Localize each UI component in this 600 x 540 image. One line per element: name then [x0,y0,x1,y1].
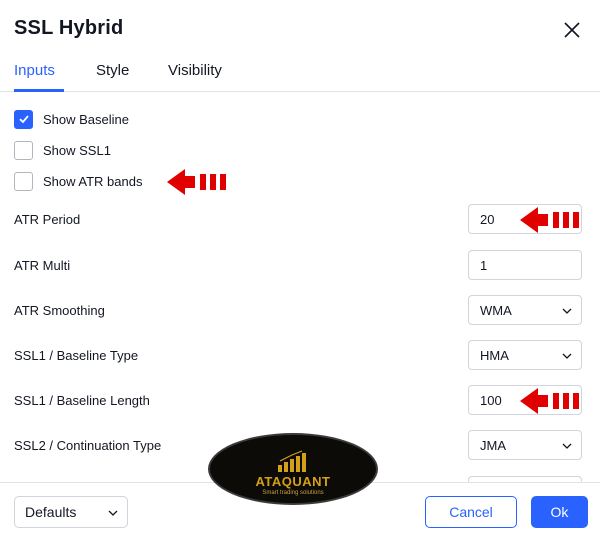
defaults-dropdown-button[interactable]: Defaults [14,496,128,528]
checkbox-row-show-atr-bands[interactable]: Show ATR bands [14,170,142,192]
atr-multi-value: 1 [480,257,488,273]
defaults-label: Defaults [25,504,77,520]
close-icon[interactable] [560,18,584,42]
baseline-type-label: SSL1 / Baseline Type [14,348,139,363]
atr-smoothing-select[interactable]: WMA [468,295,582,325]
logo-name: ATAQUANT [255,474,331,489]
tab-bar: Inputs Style Visibility [0,56,600,92]
settings-dialog: SSL Hybrid Inputs Style Visibility Show … [0,0,600,540]
ok-button[interactable]: Ok [531,496,588,528]
red-arrow-icon [520,207,579,233]
show-baseline-label: Show Baseline [43,111,129,127]
atr-period-value: 20 [480,211,495,227]
show-baseline-checkbox[interactable] [14,109,33,129]
chevron-down-icon [108,510,118,516]
show-ssl1-label: Show SSL1 [43,142,111,158]
baseline-type-value: HMA [480,347,509,363]
baseline-length-value: 100 [480,392,502,408]
continuation-type-value: JMA [480,437,506,453]
bar-chart-logo-icon [278,450,306,472]
chevron-down-icon [562,353,572,359]
check-icon [18,115,29,124]
chevron-down-icon [562,443,572,449]
active-tab-indicator [14,89,64,92]
red-arrow-icon [520,388,579,414]
show-ssl1-checkbox[interactable] [14,140,33,160]
show-atr-bands-label: Show ATR bands [43,173,143,189]
red-arrow-icon [167,169,226,195]
atr-multi-label: ATR Multi [14,258,71,273]
cancel-button[interactable]: Cancel [425,496,517,528]
baseline-length-label: SSL1 / Baseline Length [14,393,150,408]
logo-tagline: Smart trading solutions [262,490,324,496]
show-atr-bands-checkbox[interactable] [14,171,33,191]
tab-visibility[interactable]: Visibility [168,62,222,79]
continuation-type-label: SSL2 / Continuation Type [14,438,162,453]
tab-style[interactable]: Style [96,62,129,79]
ataquant-logo: ATAQUANT Smart trading solutions [208,433,378,505]
tab-inputs[interactable]: Inputs [14,62,55,79]
continuation-type-select[interactable]: JMA [468,430,582,460]
atr-smoothing-label: ATR Smoothing [14,303,105,318]
chevron-down-icon [562,308,572,314]
dialog-title: SSL Hybrid [14,17,124,39]
checkbox-row-show-baseline[interactable]: Show Baseline [14,108,129,130]
atr-smoothing-value: WMA [480,302,512,318]
atr-period-label: ATR Period [14,212,81,227]
baseline-type-select[interactable]: HMA [468,340,582,370]
atr-multi-input[interactable]: 1 [468,250,582,280]
checkbox-row-show-ssl1[interactable]: Show SSL1 [14,139,111,161]
